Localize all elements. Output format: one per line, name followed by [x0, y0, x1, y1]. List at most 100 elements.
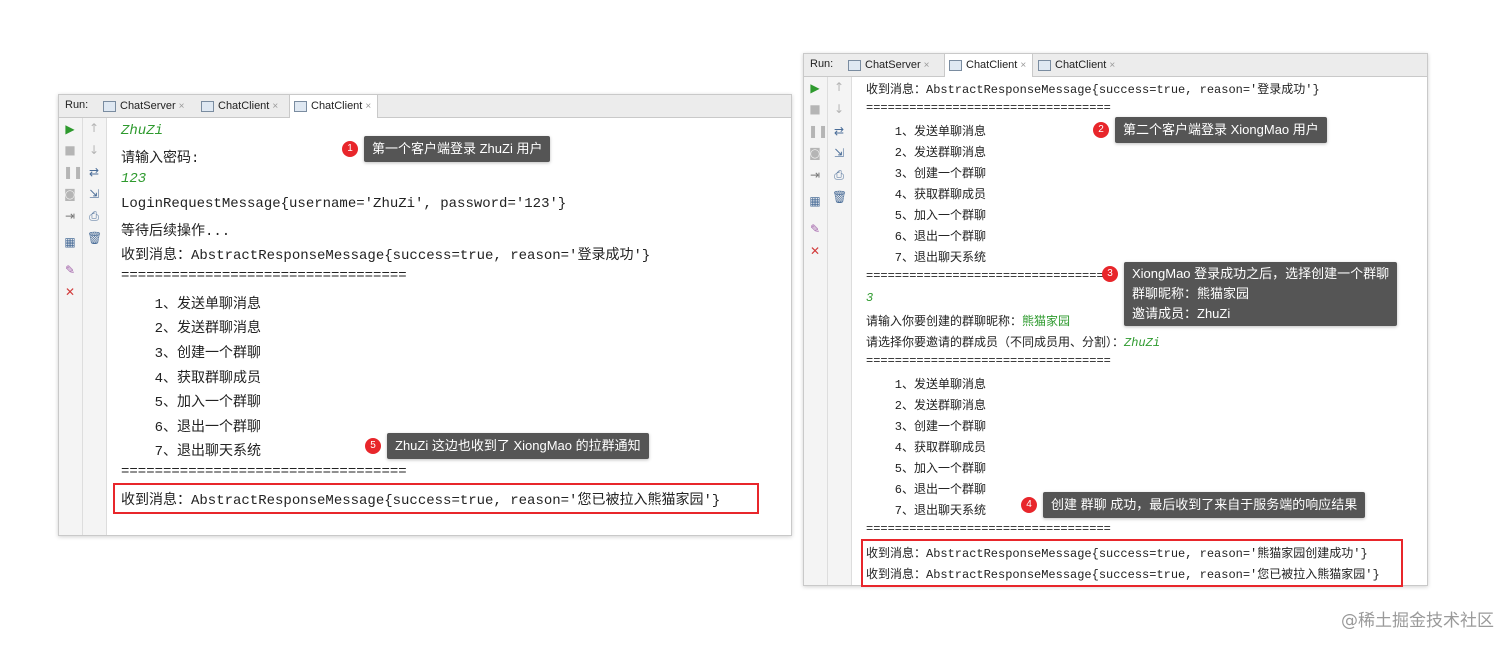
print-icon[interactable]: ⎙ — [832, 168, 846, 182]
left-gutter-col1: ▶ ■ ❚❚ ◙ ⇥ ▦ ✎ ✕ — [59, 118, 83, 535]
login-icon[interactable]: ⇥ — [63, 209, 77, 223]
camera-icon[interactable]: ◙ — [63, 187, 77, 201]
close-icon[interactable]: × — [1109, 60, 1115, 71]
right-highlight-box — [861, 539, 1403, 587]
pause-icon[interactable]: ❚❚ — [63, 165, 83, 179]
console-line: ================================== — [866, 354, 1111, 368]
console-icon — [103, 100, 116, 112]
down-icon[interactable]: ↓ — [87, 143, 101, 157]
console-line: 4、获取群聊成员 — [121, 371, 262, 387]
console-line: 6、退出一个群聊 — [866, 483, 987, 497]
wrap-icon[interactable]: ⇄ — [87, 165, 101, 179]
callout-number: 2 — [1093, 122, 1109, 138]
close-icon[interactable]: × — [365, 101, 371, 112]
wrap-icon[interactable]: ⇄ — [832, 124, 846, 138]
login-icon[interactable]: ⇥ — [808, 168, 822, 182]
stop-icon[interactable]: ■ — [808, 102, 822, 116]
close-icon[interactable]: × — [1020, 60, 1026, 71]
console-icon — [201, 100, 214, 112]
console-line: 1、发送单聊消息 — [866, 378, 987, 392]
layout-icon[interactable]: ▦ — [808, 194, 822, 208]
console-line: 123 — [121, 171, 147, 187]
console-line: 2、发送群聊消息 — [866, 146, 987, 160]
up-icon[interactable]: ↑ — [87, 121, 101, 135]
stop-icon[interactable]: ■ — [63, 143, 77, 157]
left-highlight-box — [113, 483, 759, 514]
console-icon — [949, 59, 962, 71]
left-gutter-col2: ↑ ↓ ⇄ ⇲ ⎙ 🗑 — [83, 118, 107, 535]
tab-chatclient-2[interactable]: ChatClient × — [1034, 54, 1121, 76]
callout-3: 3 XiongMao 登录成功之后，选择创建一个群聊 群聊昵称：熊猫家园 邀请成… — [1102, 262, 1398, 326]
camera-icon[interactable]: ◙ — [808, 146, 822, 160]
console-line: 5、加入一个群聊 — [121, 395, 262, 411]
callout-number: 4 — [1021, 497, 1037, 513]
console-line: 5、加入一个群聊 — [866, 462, 987, 476]
console-line: 3、创建一个群聊 — [866, 420, 987, 434]
trash-icon[interactable]: 🗑 — [87, 231, 102, 245]
scroll-icon[interactable]: ⇲ — [832, 146, 846, 160]
run-label: Run: — [810, 58, 834, 70]
input-text: ZhuZi — [1124, 336, 1161, 350]
pin-icon[interactable]: ✎ — [63, 263, 77, 277]
close-icon[interactable]: × — [179, 101, 185, 112]
right-tabbar: Run: ChatServer × ChatClient × ChatClient × — [804, 54, 1427, 77]
console-line: 等待后续操作... — [121, 224, 231, 240]
close-icon[interactable]: ✕ — [808, 244, 822, 258]
tab-chatclient-1[interactable]: ChatClient × — [197, 95, 284, 117]
console-line: 请输入密码: — [121, 151, 200, 167]
down-icon[interactable]: ↓ — [832, 102, 846, 116]
up-icon[interactable]: ↑ — [832, 80, 846, 94]
callout-number: 5 — [365, 438, 381, 454]
console-line: ================================== — [121, 268, 407, 284]
console-line: 4、获取群聊成员 — [866, 441, 987, 455]
console-icon — [294, 100, 307, 112]
close-icon[interactable]: ✕ — [63, 285, 77, 299]
input-text: 熊猫家园 — [1022, 315, 1071, 329]
close-icon[interactable]: × — [272, 101, 278, 112]
console-line: 请选择你要邀请的群成员（不同成员用、分割）：ZhuZi — [866, 333, 1160, 350]
console-icon — [848, 59, 861, 71]
run-icon[interactable]: ▶ — [63, 122, 77, 136]
callout-number: 1 — [342, 141, 358, 157]
console-line: ================================== — [121, 464, 407, 480]
trash-icon[interactable]: 🗑 — [832, 190, 847, 204]
console-line: 2、发送群聊消息 — [121, 321, 262, 337]
prompt-text: 请选择你要邀请的群成员（不同成员用、分割）： — [866, 336, 1125, 350]
console-line: 5、加入一个群聊 — [866, 209, 987, 223]
close-icon[interactable]: × — [924, 60, 930, 71]
console-line: 6、退出一个群聊 — [121, 420, 262, 436]
callout-4: 4 创建 群聊 成功，最后收到了来自于服务端的响应结果 — [1021, 492, 1366, 518]
console-line: 2、发送群聊消息 — [866, 399, 987, 413]
console-line: 7、退出聊天系统 — [121, 444, 262, 460]
callout-number: 3 — [1102, 266, 1118, 282]
console-line: 3、创建一个群聊 — [866, 167, 987, 181]
console-line: LoginRequestMessage{username='ZhuZi', pa… — [121, 196, 567, 212]
pause-icon[interactable]: ❚❚ — [808, 124, 828, 138]
console-line: 7、退出聊天系统 — [866, 251, 987, 265]
console-line: 4、获取群聊成员 — [866, 188, 987, 202]
console-line: 收到消息：AbstractResponseMessage{success=tru… — [866, 83, 1320, 97]
console-icon — [1038, 59, 1051, 71]
console-line: 1、发送单聊消息 — [121, 297, 262, 313]
tab-chatclient-1[interactable]: ChatClient × — [944, 54, 1034, 77]
console-line: 请输入你要创建的群聊昵称：熊猫家园 — [866, 312, 1070, 329]
run-label: Run: — [65, 99, 89, 111]
layout-icon[interactable]: ▦ — [63, 235, 77, 249]
scroll-icon[interactable]: ⇲ — [87, 187, 101, 201]
console-line: ================================== — [866, 269, 1111, 283]
console-line: 3、创建一个群聊 — [121, 346, 262, 362]
tab-chatserver[interactable]: ChatServer × — [844, 54, 935, 76]
right-gutter-col2: ↑ ↓ ⇄ ⇲ ⎙ 🗑 — [828, 77, 852, 585]
tab-chatclient-2[interactable]: ChatClient × — [289, 95, 379, 118]
run-icon[interactable]: ▶ — [808, 81, 822, 95]
prompt-text: 请输入你要创建的群聊昵称： — [866, 315, 1023, 329]
pin-icon[interactable]: ✎ — [808, 222, 822, 236]
tab-chatserver[interactable]: ChatServer × — [99, 95, 190, 117]
print-icon[interactable]: ⎙ — [87, 209, 101, 223]
console-line: 7、退出聊天系统 — [866, 504, 987, 518]
left-console-output: ZhuZi 请输入密码: 123 LoginRequestMessage{use… — [121, 118, 791, 535]
console-line: 6、退出一个群聊 — [866, 230, 987, 244]
callout-5: 5 ZhuZi 这边也收到了 XiongMao 的拉群通知 — [365, 433, 649, 459]
callout-1: 1 第一个客户端登录 ZhuZi 用户 — [342, 136, 551, 162]
console-line: 3 — [866, 291, 874, 305]
